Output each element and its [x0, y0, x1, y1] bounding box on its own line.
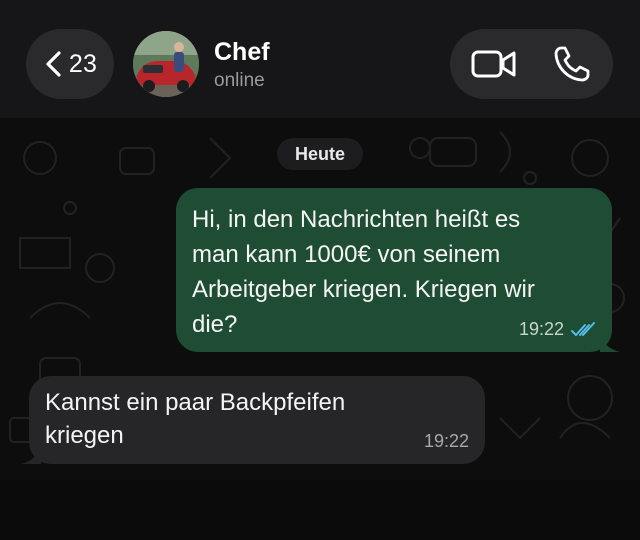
phone-icon[interactable] [552, 44, 592, 84]
read-receipt-icon [571, 321, 595, 336]
video-call-icon[interactable] [470, 46, 518, 82]
message-time: 19:22 [423, 431, 469, 451]
bottom-bar [0, 480, 640, 540]
bubble-tail [600, 334, 620, 352]
chat-header: 23 Chef online [0, 0, 640, 118]
chevron-left-icon [46, 51, 61, 77]
contact-name[interactable]: Chef [214, 38, 270, 67]
message-time: 19:22 [518, 319, 564, 339]
chat-area[interactable]: Heute Hi, in den Nachrichten heißt es ma… [0, 118, 640, 480]
incoming-message[interactable]: Kannst ein paar Backpfeifen kriegen 19:2… [21, 376, 485, 464]
call-actions [450, 29, 613, 99]
outgoing-message[interactable]: Hi, in den Nachrichten heißt es man kann… [176, 188, 620, 352]
date-separator: Heute [277, 138, 363, 170]
chat-screen: 23 Chef online Heute Hi, in den Nachrich… [0, 0, 640, 540]
contact-status: online [214, 70, 265, 91]
unread-count: 23 [68, 49, 98, 78]
avatar-photo [133, 31, 199, 97]
contact-avatar[interactable] [133, 31, 199, 97]
back-button[interactable]: 23 [26, 29, 114, 99]
message-text: Kannst ein paar Backpfeifen kriegen [45, 389, 346, 449]
message-meta: 19:22 [519, 319, 596, 340]
bubble-tail [21, 446, 41, 464]
